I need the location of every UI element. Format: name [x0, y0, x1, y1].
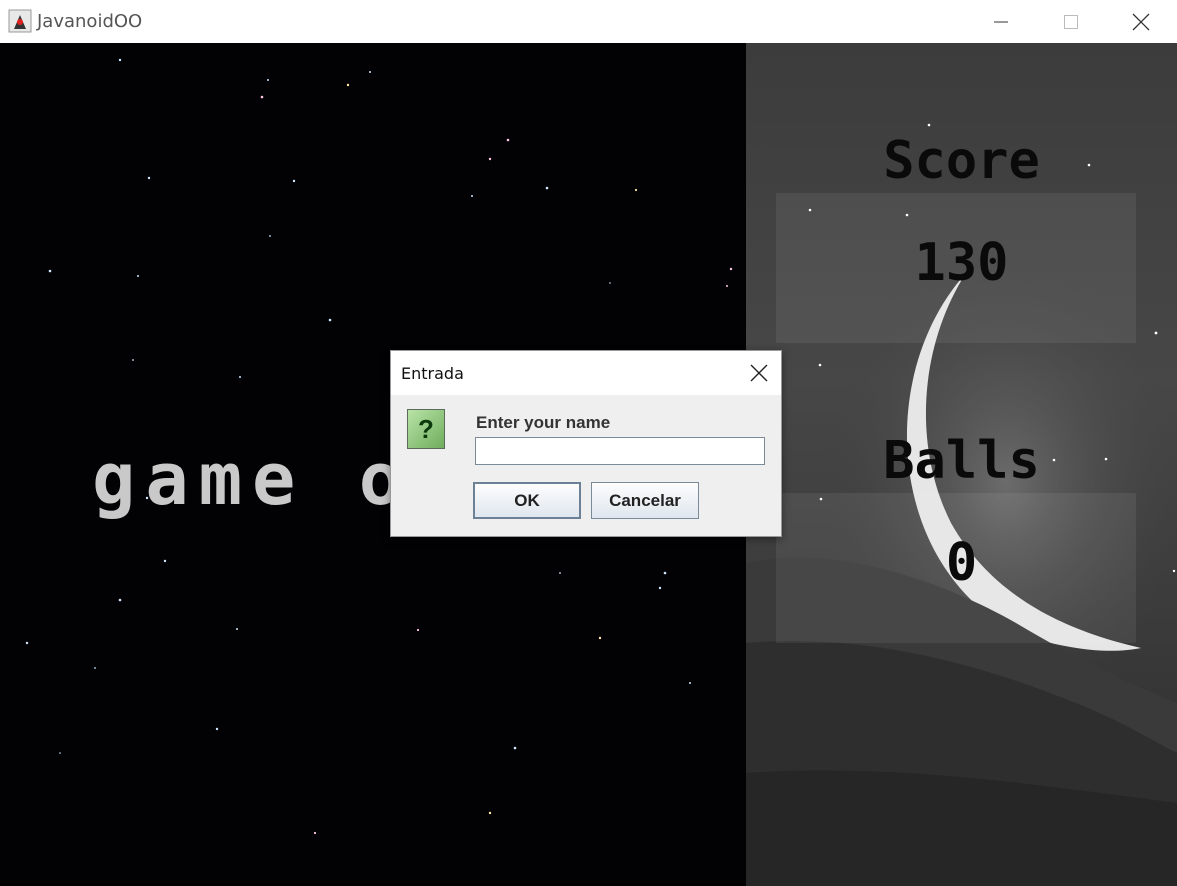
score-panel: Score 130 Balls 0 — [746, 43, 1177, 886]
ok-button[interactable]: OK — [473, 482, 581, 519]
close-window-button[interactable] — [1106, 0, 1176, 43]
dialog-prompt: Enter your name — [476, 413, 611, 432]
java-duke-icon — [8, 9, 32, 33]
dialog-close-button[interactable] — [749, 363, 769, 383]
close-icon — [750, 364, 768, 382]
game-over-text: game o — [92, 437, 413, 521]
score-label: Score — [883, 131, 1040, 191]
close-icon — [1132, 13, 1150, 30]
balls-value: 0 — [945, 533, 978, 593]
maximize-icon — [1064, 14, 1078, 29]
window-title: JavanoidOO — [37, 11, 143, 32]
minimize-button[interactable] — [966, 0, 1036, 43]
score-value: 130 — [914, 233, 1009, 293]
cancel-button[interactable]: Cancelar — [591, 482, 699, 519]
maximize-button[interactable] — [1036, 0, 1106, 43]
name-input-dialog: Entrada ? Enter your name OK Cancelar — [390, 350, 782, 537]
dialog-title: Entrada — [401, 364, 464, 383]
question-icon: ? — [407, 409, 445, 449]
balls-label: Balls — [883, 431, 1040, 491]
minimize-icon — [994, 21, 1008, 22]
name-input[interactable] — [475, 437, 765, 465]
dialog-header: Entrada — [391, 351, 781, 395]
window-titlebar: JavanoidOO — [0, 0, 1177, 43]
